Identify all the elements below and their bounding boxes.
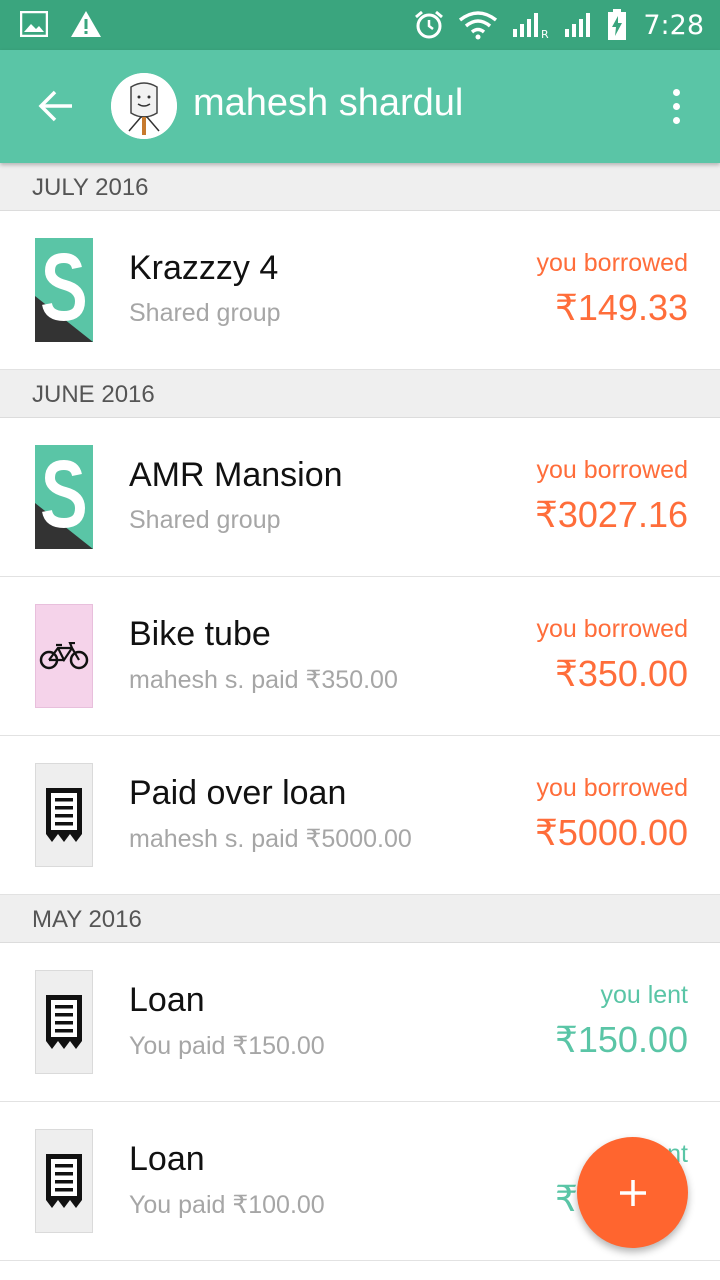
item-subtitle: You paid ₹150.00 — [129, 1032, 325, 1060]
wifi-icon — [457, 10, 499, 40]
item-amount: ₹150.00 — [554, 1019, 688, 1060]
item-subtitle: mahesh s. paid ₹5000.00 — [129, 825, 412, 853]
item-status: you borrowed — [536, 774, 688, 802]
receipt-icon — [35, 970, 93, 1074]
battery-charging-icon — [607, 9, 627, 41]
item-amount: ₹350.00 — [554, 653, 688, 694]
list-item[interactable]: Loan You paid ₹150.00 you lent ₹150.00 — [0, 943, 720, 1102]
item-amount: ₹3027.16 — [534, 494, 688, 535]
splitwise-group-icon — [35, 238, 93, 342]
signal-roaming-icon: R — [511, 11, 551, 39]
item-amount: ₹5000.00 — [534, 812, 688, 853]
receipt-icon — [35, 1129, 93, 1233]
item-status: you borrowed — [536, 615, 688, 643]
arrow-back-icon — [38, 90, 72, 122]
avatar[interactable] — [111, 73, 177, 139]
list-item[interactable]: Bike tube mahesh s. paid ₹350.00 you bor… — [0, 577, 720, 736]
more-vert-icon — [672, 88, 680, 96]
overflow-menu-button[interactable] — [656, 78, 696, 134]
item-subtitle: Shared group — [129, 299, 281, 327]
item-subtitle: mahesh s. paid ₹350.00 — [129, 666, 398, 694]
item-title: Bike tube — [129, 615, 271, 653]
section-header: MAY 2016 — [0, 895, 720, 943]
splitwise-group-icon — [35, 445, 93, 549]
app-bar: mahesh shardul — [0, 50, 720, 163]
item-title: Paid over loan — [129, 774, 347, 812]
list-item[interactable]: AMR Mansion Shared group you borrowed ₹3… — [0, 418, 720, 577]
item-title: Krazzzy 4 — [129, 249, 279, 287]
item-subtitle: Shared group — [129, 506, 281, 534]
svg-text:R: R — [541, 28, 549, 39]
alarm-icon — [413, 9, 445, 41]
bicycle-icon — [35, 604, 93, 708]
item-status: you borrowed — [536, 456, 688, 484]
list-item[interactable]: Krazzzy 4 Shared group you borrowed ₹149… — [0, 211, 720, 370]
list-item[interactable]: Paid over loan mahesh s. paid ₹5000.00 y… — [0, 736, 720, 895]
section-header: JUNE 2016 — [0, 370, 720, 418]
item-amount: ₹149.33 — [554, 287, 688, 328]
status-time: 7:28 — [643, 9, 704, 41]
status-bar: R 7:28 — [0, 0, 720, 50]
page-title: mahesh shardul — [193, 82, 464, 124]
warning-icon — [70, 10, 102, 38]
signal-icon — [563, 11, 595, 39]
plus-icon — [619, 1179, 646, 1206]
item-title: AMR Mansion — [129, 456, 343, 494]
item-status: you lent — [600, 981, 688, 1009]
item-title: Loan — [129, 1140, 205, 1178]
item-status: you borrowed — [536, 249, 688, 277]
receipt-icon — [35, 763, 93, 867]
back-button[interactable] — [28, 78, 84, 134]
item-subtitle: You paid ₹100.00 — [129, 1191, 325, 1219]
section-header: JULY 2016 — [0, 163, 720, 211]
item-title: Loan — [129, 981, 205, 1019]
image-notification-icon — [20, 11, 48, 37]
expense-list: JULY 2016 Krazzzy 4 Shared group you bor… — [0, 163, 720, 1261]
add-expense-button[interactable] — [577, 1137, 688, 1248]
